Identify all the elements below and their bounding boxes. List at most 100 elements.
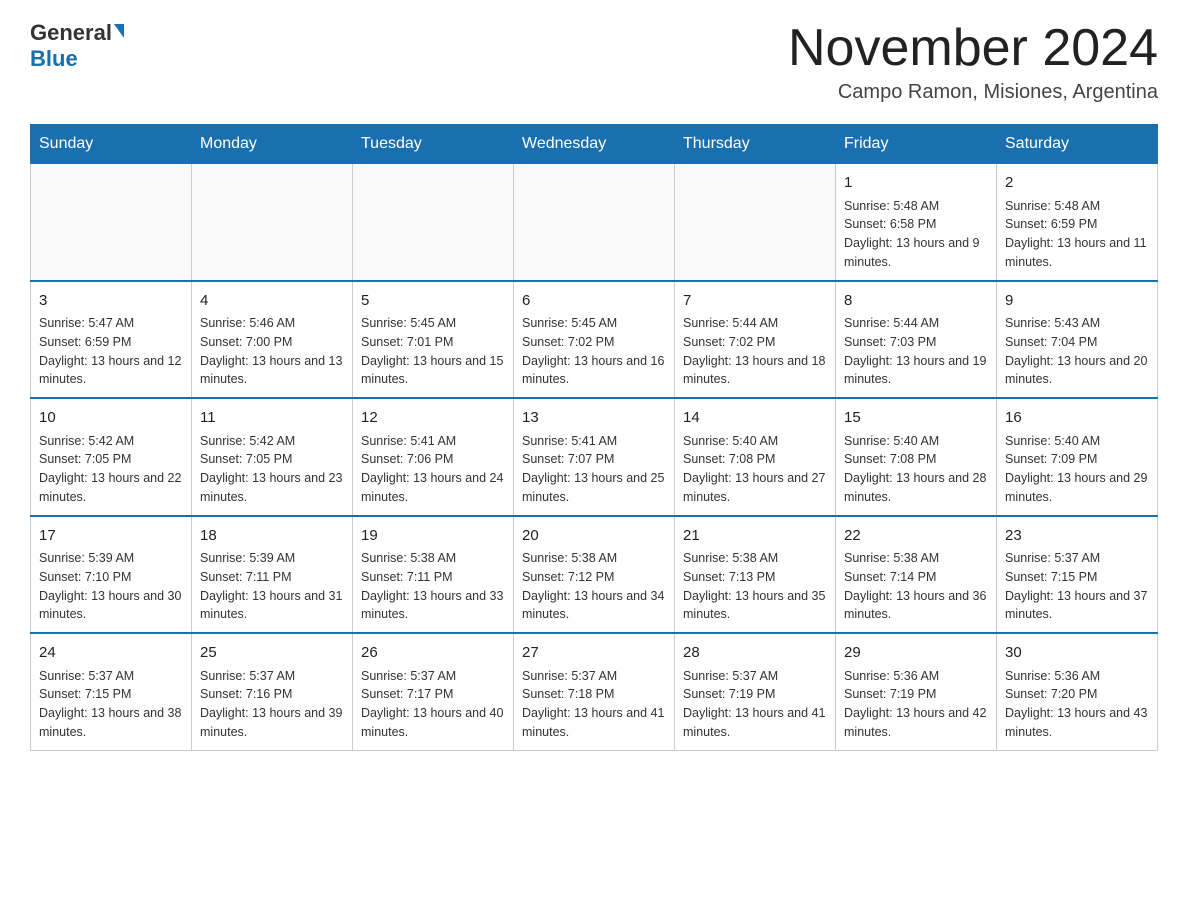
day-number: 14 [683,407,827,430]
calendar-cell: 4Sunrise: 5:46 AM Sunset: 7:00 PM Daylig… [192,281,353,399]
day-number: 28 [683,642,827,665]
day-number: 4 [200,290,344,313]
day-number: 23 [1005,525,1149,548]
calendar-cell: 7Sunrise: 5:44 AM Sunset: 7:02 PM Daylig… [675,281,836,399]
calendar-cell: 6Sunrise: 5:45 AM Sunset: 7:02 PM Daylig… [514,281,675,399]
day-number: 7 [683,290,827,313]
day-number: 25 [200,642,344,665]
calendar-cell: 2Sunrise: 5:48 AM Sunset: 6:59 PM Daylig… [997,164,1158,281]
day-info: Sunrise: 5:41 AM Sunset: 7:06 PM Dayligh… [361,432,505,507]
day-info: Sunrise: 5:41 AM Sunset: 7:07 PM Dayligh… [522,432,666,507]
day-info: Sunrise: 5:43 AM Sunset: 7:04 PM Dayligh… [1005,314,1149,389]
day-number: 10 [39,407,183,430]
day-number: 27 [522,642,666,665]
calendar-cell: 24Sunrise: 5:37 AM Sunset: 7:15 PM Dayli… [31,633,192,750]
calendar-cell: 21Sunrise: 5:38 AM Sunset: 7:13 PM Dayli… [675,516,836,634]
calendar-cell: 19Sunrise: 5:38 AM Sunset: 7:11 PM Dayli… [353,516,514,634]
calendar-cell: 8Sunrise: 5:44 AM Sunset: 7:03 PM Daylig… [836,281,997,399]
calendar-cell: 30Sunrise: 5:36 AM Sunset: 7:20 PM Dayli… [997,633,1158,750]
calendar-cell: 22Sunrise: 5:38 AM Sunset: 7:14 PM Dayli… [836,516,997,634]
day-info: Sunrise: 5:45 AM Sunset: 7:02 PM Dayligh… [522,314,666,389]
calendar-week-row: 3Sunrise: 5:47 AM Sunset: 6:59 PM Daylig… [31,281,1158,399]
calendar-cell: 10Sunrise: 5:42 AM Sunset: 7:05 PM Dayli… [31,398,192,516]
day-number: 9 [1005,290,1149,313]
day-info: Sunrise: 5:48 AM Sunset: 6:59 PM Dayligh… [1005,197,1149,272]
calendar-cell: 14Sunrise: 5:40 AM Sunset: 7:08 PM Dayli… [675,398,836,516]
day-info: Sunrise: 5:44 AM Sunset: 7:03 PM Dayligh… [844,314,988,389]
calendar-cell: 20Sunrise: 5:38 AM Sunset: 7:12 PM Dayli… [514,516,675,634]
day-info: Sunrise: 5:38 AM Sunset: 7:14 PM Dayligh… [844,549,988,624]
day-number: 30 [1005,642,1149,665]
calendar-cell: 29Sunrise: 5:36 AM Sunset: 7:19 PM Dayli… [836,633,997,750]
day-info: Sunrise: 5:38 AM Sunset: 7:12 PM Dayligh… [522,549,666,624]
day-number: 11 [200,407,344,430]
calendar-cell: 13Sunrise: 5:41 AM Sunset: 7:07 PM Dayli… [514,398,675,516]
calendar-header-thursday: Thursday [675,125,836,164]
logo-blue-text: Blue [30,46,78,72]
day-info: Sunrise: 5:36 AM Sunset: 7:19 PM Dayligh… [844,667,988,742]
calendar-cell: 3Sunrise: 5:47 AM Sunset: 6:59 PM Daylig… [31,281,192,399]
day-number: 3 [39,290,183,313]
title-section: November 2024 Campo Ramon, Misiones, Arg… [788,20,1158,104]
day-info: Sunrise: 5:44 AM Sunset: 7:02 PM Dayligh… [683,314,827,389]
calendar-cell: 17Sunrise: 5:39 AM Sunset: 7:10 PM Dayli… [31,516,192,634]
calendar-cell: 11Sunrise: 5:42 AM Sunset: 7:05 PM Dayli… [192,398,353,516]
calendar-cell: 5Sunrise: 5:45 AM Sunset: 7:01 PM Daylig… [353,281,514,399]
calendar-header-saturday: Saturday [997,125,1158,164]
day-number: 12 [361,407,505,430]
calendar-week-row: 17Sunrise: 5:39 AM Sunset: 7:10 PM Dayli… [31,516,1158,634]
day-info: Sunrise: 5:39 AM Sunset: 7:11 PM Dayligh… [200,549,344,624]
day-info: Sunrise: 5:42 AM Sunset: 7:05 PM Dayligh… [200,432,344,507]
day-info: Sunrise: 5:38 AM Sunset: 7:11 PM Dayligh… [361,549,505,624]
day-number: 19 [361,525,505,548]
day-info: Sunrise: 5:37 AM Sunset: 7:19 PM Dayligh… [683,667,827,742]
calendar-week-row: 10Sunrise: 5:42 AM Sunset: 7:05 PM Dayli… [31,398,1158,516]
day-info: Sunrise: 5:40 AM Sunset: 7:09 PM Dayligh… [1005,432,1149,507]
calendar-header-friday: Friday [836,125,997,164]
calendar-cell: 28Sunrise: 5:37 AM Sunset: 7:19 PM Dayli… [675,633,836,750]
day-number: 29 [844,642,988,665]
day-number: 1 [844,172,988,195]
calendar-header-tuesday: Tuesday [353,125,514,164]
calendar-cell [31,164,192,281]
day-number: 5 [361,290,505,313]
day-number: 20 [522,525,666,548]
calendar-cell: 25Sunrise: 5:37 AM Sunset: 7:16 PM Dayli… [192,633,353,750]
day-number: 21 [683,525,827,548]
day-info: Sunrise: 5:46 AM Sunset: 7:00 PM Dayligh… [200,314,344,389]
day-info: Sunrise: 5:38 AM Sunset: 7:13 PM Dayligh… [683,549,827,624]
calendar-cell: 9Sunrise: 5:43 AM Sunset: 7:04 PM Daylig… [997,281,1158,399]
calendar-week-row: 1Sunrise: 5:48 AM Sunset: 6:58 PM Daylig… [31,164,1158,281]
calendar-cell: 26Sunrise: 5:37 AM Sunset: 7:17 PM Dayli… [353,633,514,750]
calendar-cell: 27Sunrise: 5:37 AM Sunset: 7:18 PM Dayli… [514,633,675,750]
day-info: Sunrise: 5:39 AM Sunset: 7:10 PM Dayligh… [39,549,183,624]
day-number: 6 [522,290,666,313]
day-info: Sunrise: 5:37 AM Sunset: 7:16 PM Dayligh… [200,667,344,742]
day-info: Sunrise: 5:45 AM Sunset: 7:01 PM Dayligh… [361,314,505,389]
calendar-cell: 16Sunrise: 5:40 AM Sunset: 7:09 PM Dayli… [997,398,1158,516]
calendar-header-sunday: Sunday [31,125,192,164]
day-info: Sunrise: 5:47 AM Sunset: 6:59 PM Dayligh… [39,314,183,389]
page-header: General Blue November 2024 Campo Ramon, … [30,20,1158,104]
logo: General Blue [30,20,124,72]
calendar-cell: 12Sunrise: 5:41 AM Sunset: 7:06 PM Dayli… [353,398,514,516]
day-info: Sunrise: 5:40 AM Sunset: 7:08 PM Dayligh… [844,432,988,507]
calendar-cell [675,164,836,281]
logo-arrow-icon [114,24,124,38]
day-number: 2 [1005,172,1149,195]
day-info: Sunrise: 5:40 AM Sunset: 7:08 PM Dayligh… [683,432,827,507]
day-info: Sunrise: 5:42 AM Sunset: 7:05 PM Dayligh… [39,432,183,507]
calendar-cell: 1Sunrise: 5:48 AM Sunset: 6:58 PM Daylig… [836,164,997,281]
day-number: 22 [844,525,988,548]
day-number: 13 [522,407,666,430]
calendar-cell [514,164,675,281]
day-info: Sunrise: 5:37 AM Sunset: 7:17 PM Dayligh… [361,667,505,742]
calendar-header-wednesday: Wednesday [514,125,675,164]
calendar-header-row: SundayMondayTuesdayWednesdayThursdayFrid… [31,125,1158,164]
calendar-cell: 18Sunrise: 5:39 AM Sunset: 7:11 PM Dayli… [192,516,353,634]
day-info: Sunrise: 5:36 AM Sunset: 7:20 PM Dayligh… [1005,667,1149,742]
calendar-cell [353,164,514,281]
day-info: Sunrise: 5:37 AM Sunset: 7:15 PM Dayligh… [1005,549,1149,624]
calendar-cell: 23Sunrise: 5:37 AM Sunset: 7:15 PM Dayli… [997,516,1158,634]
day-info: Sunrise: 5:37 AM Sunset: 7:15 PM Dayligh… [39,667,183,742]
